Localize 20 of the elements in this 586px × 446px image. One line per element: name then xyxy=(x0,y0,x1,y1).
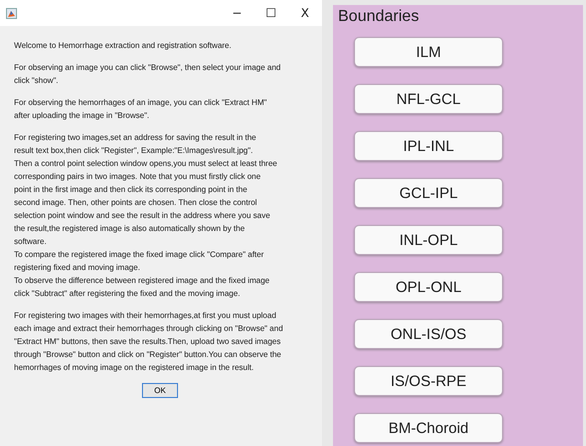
boundary-button[interactable]: OPL-ONL xyxy=(354,272,503,302)
boundary-button[interactable]: IPL-INL xyxy=(354,131,503,161)
boundary-button[interactable]: INL-OPL xyxy=(354,225,503,255)
help-paragraph: Welcome to Hemorrhage extraction and registration software. xyxy=(14,40,232,52)
close-button[interactable]: X xyxy=(288,6,322,20)
maximize-button[interactable]: ☐ xyxy=(254,6,288,20)
boundary-button[interactable]: BM-Choroid xyxy=(354,413,503,443)
panel-title: Boundaries xyxy=(338,8,419,26)
help-paragraph: For registering two images,set an address for saving the result in the result text box,then click "Register", Example:"E:\Images\result.jpg". Then a control point selection window opens,you must select at least three corresponding pairs in two images. Note that you must firstly click one point in the first image and then click its corresponding point in the second image. Then, other points are chosen. Then close the control selection point window and see the result in the address where you save the result,the registered image is also automatically shown by the software. To compare the registered image the fixed image click "Compare" after registering fixed and moving image. To observe the difference between registered image and the fixed image click "Subtract" after registering the fixed and the moving image. xyxy=(14,132,278,300)
app-icon xyxy=(6,8,17,18)
minimize-button[interactable]: − xyxy=(220,6,254,20)
help-paragraph: For registering two images with their hemorrhages,at first you must upload each image and extract their hemorrhages through clicking on "Browse" and "Extract HM" buttons, then save the results.Then, upload two saved images through "Browse" button and click on "Register" button.You can observe the hemorrhages of moving image on the registered image in the result. xyxy=(14,310,284,374)
boundary-button[interactable]: IS/OS-RPE xyxy=(354,366,503,396)
ok-button[interactable]: OK xyxy=(142,383,178,398)
help-paragraph: For observing the hemorrhages of an image, you can click "Extract HM" after uploading the image in "Browse". xyxy=(14,97,268,122)
boundary-button[interactable]: GCL-IPL xyxy=(354,178,503,208)
boundary-button[interactable]: ONL-IS/OS xyxy=(354,319,503,349)
help-paragraph: For observing an image you can click "Browse", then select your image and click "show". xyxy=(14,62,282,87)
boundary-button[interactable]: ILM xyxy=(354,37,503,67)
boundary-button[interactable]: NFL-GCL xyxy=(354,84,503,114)
